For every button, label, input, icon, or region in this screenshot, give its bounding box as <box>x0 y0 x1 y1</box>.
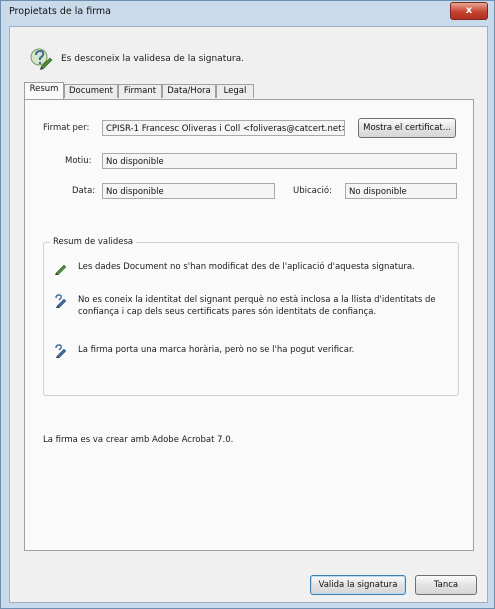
window-title: Propietats de la firma <box>9 6 111 17</box>
tab-legal[interactable]: Legal <box>216 84 254 98</box>
validity-item-text: Les dades Document no s'han modificat de… <box>78 262 415 272</box>
pen-check-icon <box>55 264 67 275</box>
date-label: Data: <box>72 186 96 196</box>
validity-item-text: No es coneix la identitat del signant pe… <box>78 295 436 317</box>
validity-item: La firma porta una marca horària, però n… <box>54 344 450 358</box>
validate-signature-button[interactable]: Valida la signatura <box>310 575 406 595</box>
validity-summary-group: Resum de validesa Les dades Document no … <box>43 237 459 396</box>
validity-group-title: Resum de validesa <box>50 237 137 247</box>
dialog-window: Propietats de la firma x Es desconeix la… <box>0 0 495 609</box>
reason-field[interactable]: No disponible <box>102 153 457 169</box>
validity-item-text: La firma porta una marca horària, però n… <box>78 345 355 355</box>
title-bar[interactable]: Propietats de la firma x <box>1 1 494 23</box>
tab-document[interactable]: Document <box>64 84 118 98</box>
signed-by-label: Firmat per: <box>43 123 90 133</box>
summary-panel: Firmat per: CPISR-1 Francesc Oliveras i … <box>24 99 474 551</box>
tab-resum[interactable]: Resum <box>24 82 64 99</box>
signature-status-text: Es desconeix la validesa de la signatura… <box>61 54 245 64</box>
date-field[interactable]: No disponible <box>102 183 275 199</box>
show-certificate-button[interactable]: Mostra el certificat... <box>358 118 456 138</box>
location-label: Ubicació: <box>293 186 332 196</box>
validity-item: No es coneix la identitat del signant pe… <box>54 294 450 320</box>
created-with-note: La firma es va crear amb Adobe Acrobat 7… <box>43 435 234 445</box>
pen-question-icon <box>30 48 53 70</box>
close-window-button[interactable]: x <box>450 2 488 20</box>
signed-by-field[interactable]: CPISR-1 Francesc Oliveras i Coll <folive… <box>102 120 345 136</box>
reason-label: Motiu: <box>65 156 92 166</box>
close-button[interactable]: Tanca <box>415 575 477 595</box>
pen-question-icon <box>55 344 67 358</box>
pen-question-icon <box>55 294 67 308</box>
tab-data-hora[interactable]: Data/Hora <box>162 84 216 98</box>
location-field[interactable]: No disponible <box>345 183 457 199</box>
dialog-body: Es desconeix la validesa de la signatura… <box>9 26 488 603</box>
validity-item: Les dades Document no s'han modificat de… <box>54 261 450 275</box>
tab-firmant[interactable]: Firmant <box>118 84 162 98</box>
